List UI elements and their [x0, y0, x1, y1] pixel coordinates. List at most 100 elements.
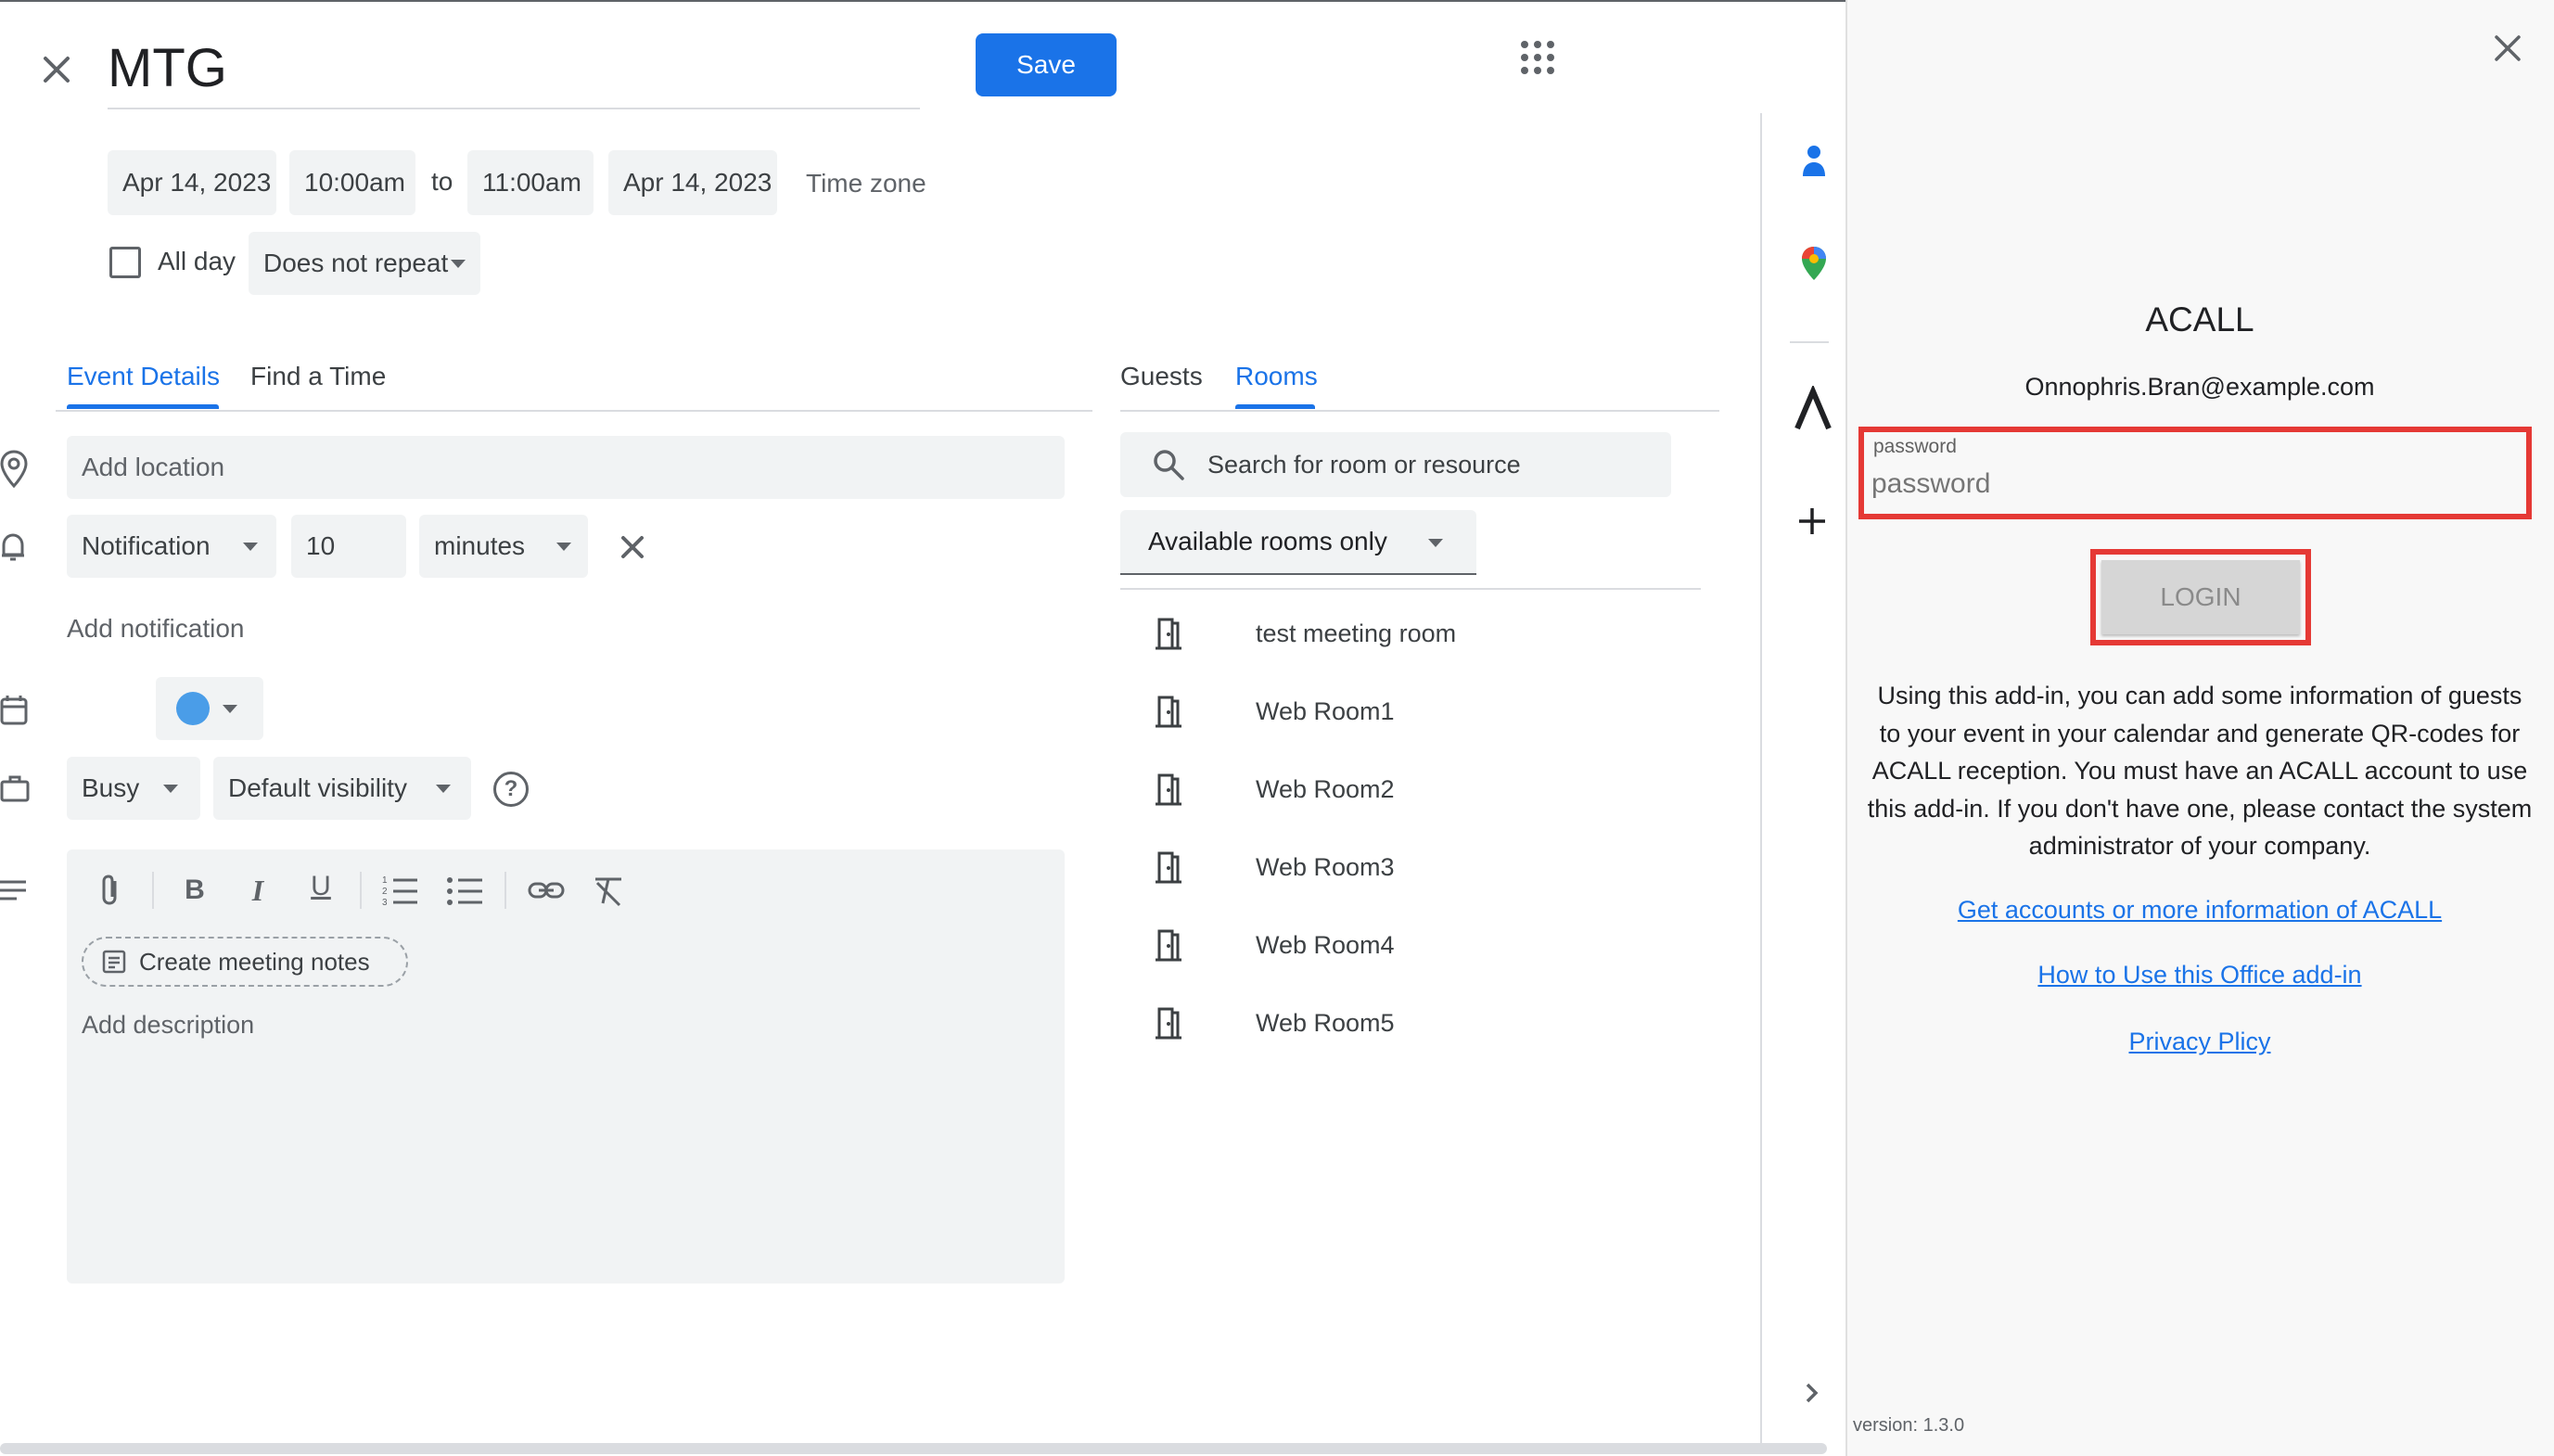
tab-find-a-time[interactable]: Find a Time — [250, 362, 386, 391]
door-icon — [1156, 696, 1181, 728]
end-date-text: Apr 14, 2023 — [623, 168, 773, 197]
visibility-help-button[interactable]: ? — [493, 772, 529, 807]
event-title-text: MTG — [108, 38, 227, 98]
toolbar-divider — [152, 872, 154, 909]
add-icon — [1799, 508, 1825, 534]
addon-user-email: Onnophris.Bran@example.com — [2024, 373, 2375, 401]
acall-addon-button[interactable] — [1792, 386, 1834, 434]
underline-button[interactable]: U — [302, 868, 339, 909]
help-icon: ? — [504, 776, 518, 801]
bulleted-list-button[interactable] — [445, 872, 484, 909]
room-search-placeholder: Search for room or resource — [1207, 450, 1521, 479]
end-time-chip[interactable]: 11:00am — [467, 150, 594, 215]
acall-addon-icon — [1794, 386, 1832, 430]
room-search-input[interactable]: Search for room or resource — [1120, 432, 1671, 497]
notification-value-input[interactable]: 10 — [291, 515, 406, 578]
notes-icon — [102, 950, 126, 974]
to-label: to — [431, 167, 453, 196]
tab-rooms[interactable]: Rooms — [1235, 362, 1318, 391]
accounts-info-link[interactable]: Get accounts or more information of ACAL… — [1845, 896, 2554, 925]
search-icon — [1154, 450, 1184, 480]
clear-formatting-button[interactable] — [590, 872, 627, 909]
close-icon — [2495, 35, 2521, 61]
list-item[interactable]: Web Room4 — [1150, 906, 1688, 984]
available-rooms-filter[interactable]: Available rooms only — [1120, 510, 1476, 575]
repeat-dropdown[interactable]: Does not repeat — [249, 232, 480, 295]
room-label: Web Room4 — [1256, 930, 1395, 959]
description-placeholder[interactable]: Add description — [82, 1011, 254, 1040]
underline-icon: U — [311, 871, 331, 901]
location-input[interactable]: Add location — [67, 436, 1065, 499]
bold-button[interactable]: B — [176, 872, 213, 909]
svg-text:1: 1 — [382, 875, 388, 886]
repeat-dropdown-label: Does not repeat — [263, 249, 449, 277]
create-meeting-notes-button[interactable]: Create meeting notes — [82, 937, 408, 987]
event-color-picker[interactable] — [156, 677, 263, 740]
privacy-policy-link[interactable]: Privacy Plicy — [1845, 1028, 2554, 1056]
login-button[interactable]: LOGIN — [2101, 560, 2300, 634]
list-item[interactable]: test meeting room — [1150, 594, 1688, 672]
notification-type-label: Notification — [82, 531, 211, 560]
bell-icon — [2, 533, 24, 561]
notification-unit-label: minutes — [434, 531, 526, 560]
svg-text:2: 2 — [382, 887, 388, 897]
close-editor-button[interactable] — [33, 46, 80, 93]
italic-button[interactable]: I — [239, 872, 276, 909]
time-zone-link[interactable]: Time zone — [806, 169, 926, 198]
chevron-down-icon — [223, 705, 237, 713]
room-label: Web Room3 — [1256, 852, 1395, 881]
tab-event-details[interactable]: Event Details — [67, 362, 220, 391]
start-date-text: Apr 14, 2023 — [122, 168, 272, 197]
add-addon-button[interactable] — [1794, 503, 1831, 540]
addon-title: ACALL — [2145, 300, 2254, 338]
chevron-down-icon — [243, 543, 258, 551]
door-icon — [1156, 851, 1181, 884]
contacts-icon — [1803, 146, 1825, 176]
all-day-label: All day — [158, 247, 236, 275]
busy-dropdown[interactable]: Busy — [67, 757, 200, 820]
list-item[interactable]: Web Room5 — [1150, 984, 1688, 1062]
end-date-chip[interactable]: Apr 14, 2023 — [608, 150, 777, 215]
attach-button[interactable] — [93, 872, 130, 909]
maps-addon-button[interactable] — [1795, 243, 1832, 284]
horizontal-scrollbar[interactable] — [0, 1443, 1827, 1454]
how-to-use-link[interactable]: How to Use this Office add-in — [1845, 961, 2554, 990]
insert-link-button[interactable] — [527, 872, 566, 909]
tab-guests[interactable]: Guests — [1120, 362, 1203, 391]
addon-version: version: 1.3.0 — [1853, 1415, 1965, 1436]
tab-event-details-label: Event Details — [67, 362, 220, 390]
all-day-checkbox[interactable] — [109, 247, 141, 278]
expand-panel-button[interactable] — [1797, 1378, 1827, 1408]
tab-active-indicator — [67, 404, 219, 409]
start-time-text: 10:00am — [304, 168, 405, 197]
add-notification-link[interactable]: Add notification — [67, 614, 244, 644]
password-input[interactable] — [1871, 462, 2511, 506]
save-button[interactable]: Save — [976, 33, 1117, 96]
briefcase-icon — [0, 775, 30, 802]
notification-type-dropdown[interactable]: Notification — [67, 515, 276, 578]
notification-unit-dropdown[interactable]: minutes — [419, 515, 588, 578]
list-item[interactable]: Web Room3 — [1150, 828, 1688, 906]
tabs-divider — [56, 410, 1092, 412]
contacts-addon-button[interactable] — [1795, 141, 1832, 182]
chevron-down-icon — [436, 785, 451, 793]
close-addon-button[interactable] — [2487, 28, 2528, 69]
event-title-input[interactable]: MTG — [108, 33, 920, 109]
close-icon — [621, 536, 644, 558]
visibility-dropdown[interactable]: Default visibility — [213, 757, 471, 820]
bulleted-list-icon — [447, 877, 482, 905]
room-label: Web Room1 — [1256, 696, 1395, 725]
numbered-list-button[interactable]: 123 — [380, 872, 419, 909]
tab-guests-label: Guests — [1120, 362, 1203, 390]
start-date-chip[interactable]: Apr 14, 2023 — [108, 150, 276, 215]
remove-notification-button[interactable] — [612, 527, 653, 568]
start-time-chip[interactable]: 10:00am — [289, 150, 415, 215]
list-item[interactable]: Web Room2 — [1150, 750, 1688, 828]
available-rooms-filter-label: Available rooms only — [1148, 527, 1387, 556]
list-item[interactable]: Web Room1 — [1150, 672, 1688, 750]
side-rail-divider — [1790, 341, 1829, 343]
toolbar-divider — [504, 872, 506, 909]
rooms-tab-indicator — [1235, 404, 1315, 409]
description-editor[interactable] — [67, 849, 1065, 1284]
apps-button[interactable] — [1517, 37, 1558, 78]
